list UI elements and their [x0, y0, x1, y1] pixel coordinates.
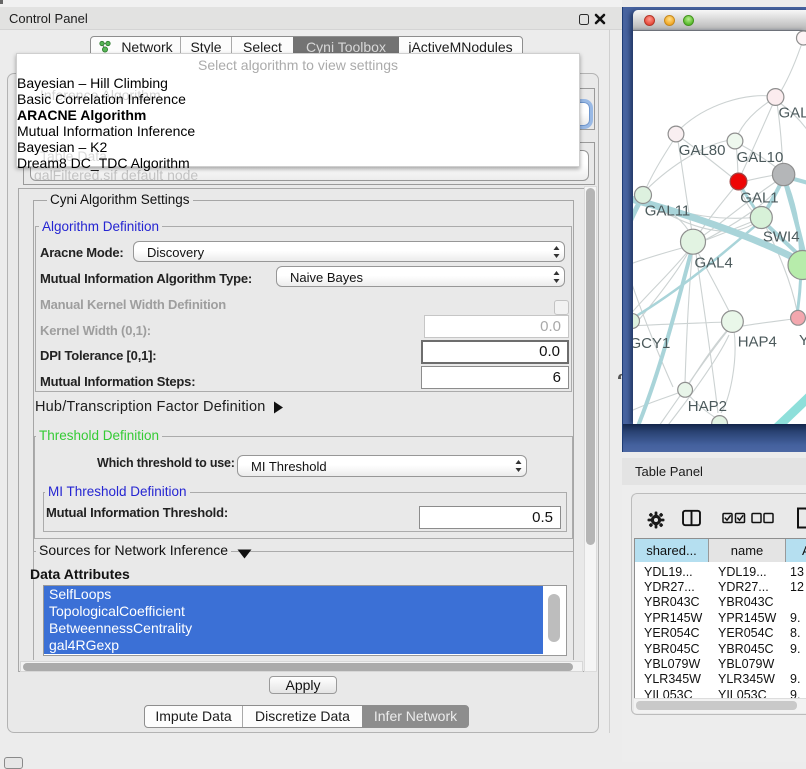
- svg-text:GAL11: GAL11: [645, 203, 691, 220]
- svg-text:GAL2: GAL2: [779, 105, 806, 122]
- svg-text:YM: YM: [799, 332, 806, 349]
- svg-text:SWI4: SWI4: [763, 229, 800, 246]
- svg-text:HAP4: HAP4: [738, 334, 777, 351]
- svg-text:HAP2: HAP2: [688, 398, 727, 415]
- svg-text:GAL80: GAL80: [679, 142, 726, 159]
- svg-text:GCY1: GCY1: [633, 335, 670, 352]
- svg-text:GAL4: GAL4: [695, 255, 733, 272]
- svg-text:GAL1: GAL1: [740, 190, 778, 207]
- svg-text:GAL10: GAL10: [737, 149, 784, 166]
